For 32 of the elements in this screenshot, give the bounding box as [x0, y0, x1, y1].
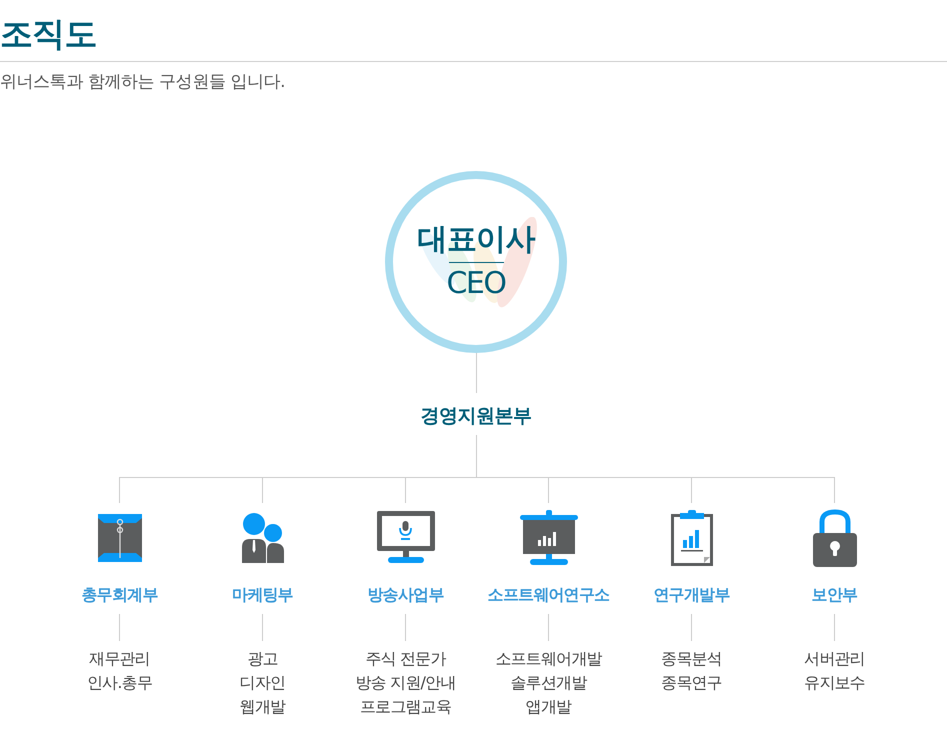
page-title: 조직도: [0, 13, 97, 55]
ceo-title: 대표이사: [418, 222, 534, 258]
duty-text: 솔루션개발: [510, 672, 586, 694]
duty-text: 방송 지원/안내: [355, 672, 456, 694]
department-name: 방송사업부: [367, 584, 444, 606]
duty-text: 웹개발: [240, 696, 286, 718]
duty-text: 디자인: [240, 672, 286, 694]
duty-text: 서버관리: [804, 648, 865, 670]
ceo-subtitle: CEO: [446, 267, 506, 301]
clipboard-chart-icon: [670, 510, 712, 566]
duty-text: 프로그램교육: [360, 696, 452, 718]
duty-text: 종목연구: [661, 672, 722, 694]
department-name: 연구개발부: [653, 584, 730, 606]
department-name: 총무회계부: [81, 584, 158, 606]
duty-text: 재무관리: [89, 648, 150, 670]
department-name: 마케팅부: [232, 584, 293, 606]
duty-text: 주식 전문가: [365, 648, 446, 670]
duty-text: 종목분석: [661, 648, 722, 670]
department-name: 소프트웨어연구소: [488, 584, 610, 606]
people-icon: [242, 512, 284, 562]
lock-icon: [812, 508, 856, 566]
page-subtitle: 위너스톡과 함께하는 구성원들 입니다.: [0, 71, 286, 94]
monitor-icon: [376, 511, 434, 564]
duty-text: 유지보수: [804, 672, 865, 694]
duty-text: 앱개발: [526, 696, 572, 718]
presentation-board-icon: [520, 510, 578, 566]
division-name: 경영지원본부: [420, 404, 532, 428]
duty-text: 광고: [247, 648, 278, 670]
duty-text: 소프트웨어개발: [495, 648, 602, 670]
duty-text: 인사.총무: [86, 672, 152, 694]
envelope-icon: [98, 514, 142, 562]
department-name: 보안부: [812, 584, 858, 606]
